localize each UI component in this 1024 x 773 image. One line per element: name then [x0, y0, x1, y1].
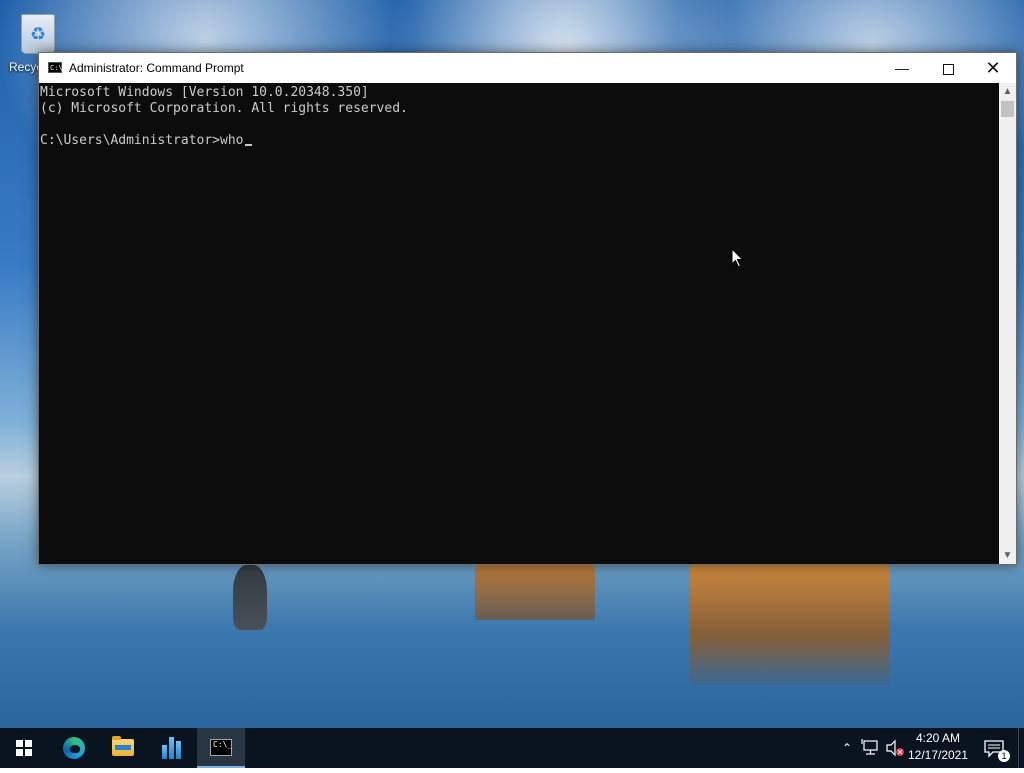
- text-cursor: [244, 144, 252, 146]
- title-bar[interactable]: C:\ Administrator: Command Prompt — ✕: [39, 53, 1016, 83]
- cmd-icon: C:\_: [210, 739, 232, 756]
- clock-button[interactable]: 4:20 AM 12/17/2021: [906, 728, 970, 768]
- network-button[interactable]: [860, 728, 882, 768]
- command-prompt-window: C:\ Administrator: Command Prompt — ✕ Mi…: [38, 52, 1017, 565]
- wallpaper-reflection-figure: [233, 565, 267, 630]
- wallpaper-reflection-building: [690, 565, 890, 685]
- maximize-button[interactable]: [925, 53, 971, 83]
- window-title: Administrator: Command Prompt: [69, 61, 244, 75]
- notification-count-badge: 1: [998, 750, 1010, 762]
- console-prompt-line: C:\Users\Administrator>who: [40, 133, 252, 149]
- console-input-text: C:\Users\Administrator>who: [40, 133, 244, 148]
- close-button[interactable]: ✕: [970, 53, 1016, 83]
- show-hidden-icons-button[interactable]: ⌃: [838, 728, 856, 768]
- chevron-up-icon: ⌃: [841, 741, 853, 755]
- recycle-bin-icon: ♻: [21, 14, 55, 54]
- console-line: Microsoft Windows [Version 10.0.20348.35…: [40, 85, 369, 100]
- command-prompt-taskbar-button[interactable]: C:\_: [197, 728, 245, 768]
- taskbar: C:\_ ⌃ 4:20 AM 12/17/2021 1: [0, 728, 1024, 768]
- folder-icon: [112, 736, 134, 756]
- vertical-scrollbar[interactable]: ▲ ▼: [999, 83, 1016, 564]
- scrollbar-thumb[interactable]: [1001, 101, 1014, 117]
- start-button[interactable]: [0, 728, 48, 768]
- command-prompt-icon: C:\: [48, 62, 63, 73]
- minimize-icon: —: [895, 60, 909, 76]
- file-explorer-button[interactable]: [99, 728, 147, 768]
- edge-button[interactable]: [50, 728, 98, 768]
- console-output[interactable]: Microsoft Windows [Version 10.0.20348.35…: [39, 83, 999, 564]
- close-icon: ✕: [985, 58, 1001, 78]
- server-manager-icon: [162, 737, 182, 759]
- action-center-button[interactable]: 1: [976, 728, 1016, 768]
- scroll-up-button[interactable]: ▲: [999, 83, 1016, 100]
- edge-icon: [63, 737, 85, 759]
- volume-muted-icon: [886, 739, 904, 757]
- server-manager-button[interactable]: [148, 728, 196, 768]
- maximize-icon: [942, 63, 954, 75]
- clock-time: 4:20 AM: [915, 731, 961, 745]
- console-line: (c) Microsoft Corporation. All rights re…: [40, 101, 408, 116]
- scroll-down-button[interactable]: ▼: [999, 547, 1016, 564]
- windows-logo-icon: [16, 740, 32, 756]
- wallpaper-reflection-building: [475, 565, 595, 620]
- minimize-button[interactable]: —: [879, 53, 925, 83]
- volume-button[interactable]: [884, 728, 906, 768]
- clock-date: 12/17/2021: [907, 748, 969, 762]
- show-desktop-button[interactable]: [1018, 728, 1024, 768]
- network-icon: [861, 739, 878, 755]
- notification-icon: [984, 740, 1004, 758]
